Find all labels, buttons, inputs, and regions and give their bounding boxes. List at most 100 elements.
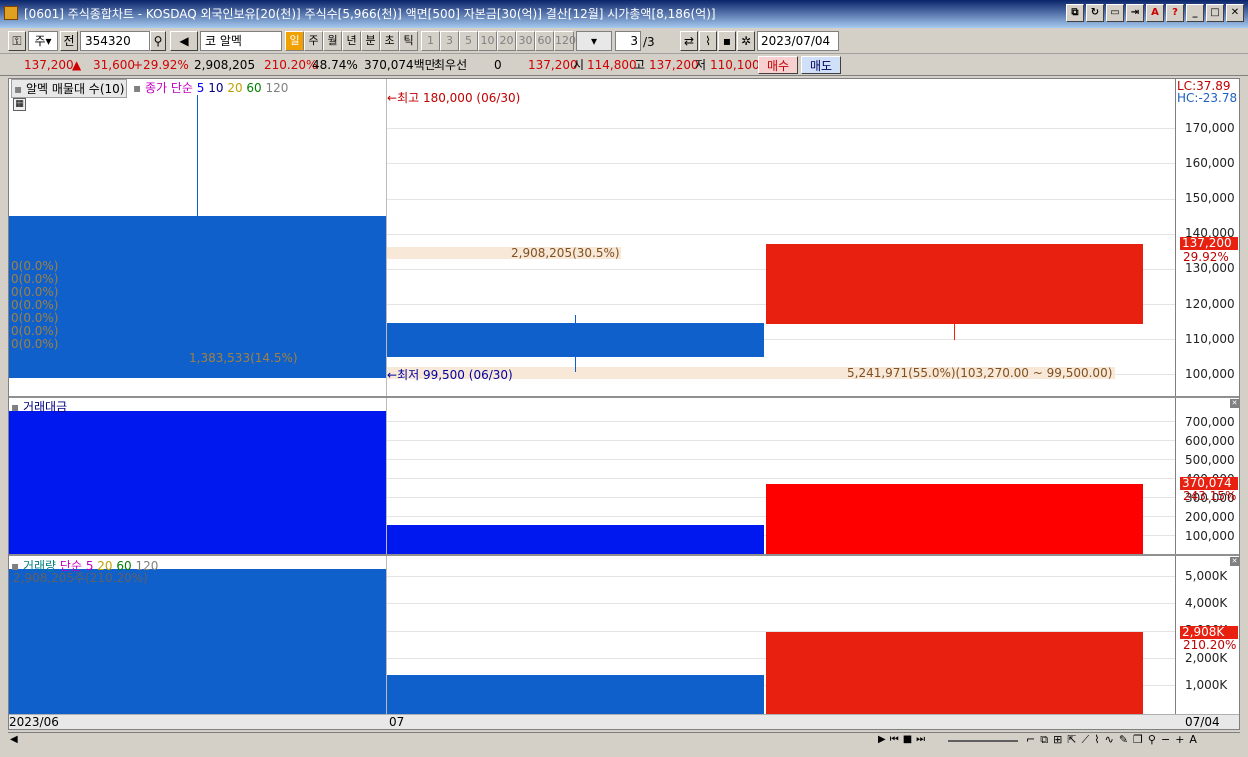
trade-amount: 370,074백만 bbox=[364, 58, 436, 72]
fast-forward-icon[interactable]: ⏭ bbox=[916, 734, 925, 745]
axis-tick: 170,000 bbox=[1185, 121, 1235, 135]
link-icon[interactable]: ⧉ bbox=[1066, 4, 1084, 22]
chart-scrollbar[interactable]: ◀ ▶ ⏮ ■ ⏭ ⌐ ⧉ ⊞ ⇱ ⟋ ⌇ ∿ ✎ ❐ ⚲ − + A bbox=[8, 732, 1240, 750]
profile-legend[interactable]: ▪ 알멕 매물대 수(10) bbox=[11, 79, 128, 98]
rewind-icon[interactable]: ⏮ bbox=[890, 734, 899, 745]
axis-tick: 200,000 bbox=[1185, 510, 1235, 524]
low-note: 최저 99,500 (06/30) bbox=[397, 368, 513, 382]
legend-marker: ▪ bbox=[11, 400, 20, 414]
prev-button[interactable]: 전 bbox=[60, 31, 78, 51]
period-minute[interactable]: 분 bbox=[361, 31, 380, 51]
zoom-in-icon[interactable]: + bbox=[1175, 733, 1184, 747]
period-tick[interactable]: 틱 bbox=[399, 31, 418, 51]
window-icon[interactable]: ▭ bbox=[1106, 4, 1124, 22]
maximize-icon[interactable]: □ bbox=[1206, 4, 1224, 22]
zoom-out-icon[interactable]: − bbox=[1161, 733, 1170, 747]
magnify-icon[interactable]: ⚲ bbox=[1148, 733, 1156, 747]
title-buttons: ⧉ ↻ ▭ ⇥ A ? _ □ ✕ bbox=[1066, 4, 1244, 24]
scroll-left-icon[interactable]: ◀ bbox=[10, 734, 18, 745]
code-input[interactable]: 354320 bbox=[80, 31, 150, 51]
gear-icon[interactable]: ✲ bbox=[737, 31, 755, 51]
wick-red bbox=[954, 324, 955, 340]
close-icon[interactable]: ✕ bbox=[1226, 4, 1244, 22]
pane-divider[interactable] bbox=[9, 396, 1239, 398]
ma-label-10: 10 bbox=[208, 81, 228, 95]
pane-divider[interactable] bbox=[9, 554, 1239, 556]
main-toolbar: ⚿ 주▾ 전 354320 ⚲ ◀ 코 알멕 일 주 월 년 분 초 틱 1 3… bbox=[0, 28, 1248, 66]
wick-blue bbox=[575, 315, 576, 372]
line-icon[interactable]: ⟋ bbox=[1082, 733, 1090, 747]
minimize-icon[interactable]: _ bbox=[1186, 4, 1204, 22]
play-icon[interactable]: ▶ bbox=[878, 734, 886, 745]
speaker-icon[interactable]: ◀ bbox=[170, 31, 198, 51]
search-icon[interactable]: ⚲ bbox=[150, 31, 166, 51]
period-year[interactable]: 년 bbox=[342, 31, 361, 51]
amount-legend-text: 거래대금 bbox=[22, 400, 68, 414]
low-marker: ←최저 99,500 (06/30) bbox=[387, 368, 513, 382]
interval-120[interactable]: 120 bbox=[554, 31, 576, 51]
ma-legend[interactable]: ▪ 종가 단순 5 10 20 60 120 bbox=[133, 79, 288, 96]
date-input[interactable]: 2023/07/04 ▦ bbox=[757, 31, 839, 66]
interval-30[interactable]: 30 bbox=[516, 31, 535, 51]
interval-10[interactable]: 10 bbox=[478, 31, 497, 51]
grid-line bbox=[387, 234, 1175, 235]
axis-tick: 120,000 bbox=[1185, 296, 1235, 311]
period-week[interactable]: 주 bbox=[304, 31, 323, 51]
amount-legend[interactable]: ▪ 거래대금 bbox=[11, 398, 67, 415]
interval-20[interactable]: 20 bbox=[497, 31, 516, 51]
low-price: 110,100 bbox=[710, 58, 760, 72]
x-axis bbox=[9, 714, 1239, 729]
lock-icon[interactable]: ⚿ bbox=[8, 31, 26, 51]
pane-close-icon[interactable]: ✕ bbox=[1230, 557, 1239, 566]
font-icon[interactable]: A bbox=[1146, 4, 1164, 22]
trend-icon[interactable]: ⌇ bbox=[1094, 733, 1099, 747]
pane-close-icon[interactable]: ✕ bbox=[1230, 399, 1239, 408]
cursor-icon[interactable]: ⌐ bbox=[1026, 733, 1035, 747]
interval-60[interactable]: 60 bbox=[535, 31, 554, 51]
profile-label-a: 1,383,533(14.5%) bbox=[189, 351, 298, 365]
interval-1[interactable]: 1 bbox=[421, 31, 440, 51]
page-input[interactable]: 3 bbox=[615, 31, 641, 51]
interval-3[interactable]: 3 bbox=[440, 31, 459, 51]
arrows-icon[interactable]: ⇄ bbox=[680, 31, 698, 51]
zoom-slider[interactable] bbox=[948, 740, 1018, 742]
pin-icon[interactable]: ⇥ bbox=[1126, 4, 1144, 22]
chart-area[interactable]: ▪ 알멕 매물대 수(10) ▪ 종가 단순 5 10 20 60 120 ▦ … bbox=[8, 78, 1240, 730]
fit-icon[interactable]: ⇱ bbox=[1067, 733, 1076, 747]
ma-label-120: 120 bbox=[265, 81, 289, 95]
chart-icon[interactable]: ⌇ bbox=[699, 31, 717, 51]
grid-line bbox=[387, 163, 1175, 164]
stock-name-field[interactable]: 코 알멕 bbox=[200, 31, 282, 51]
volume-bar-1 bbox=[9, 569, 386, 714]
copy-icon[interactable]: ❐ bbox=[1133, 733, 1143, 747]
draw-icon[interactable]: ✎ bbox=[1119, 733, 1128, 747]
text-icon[interactable]: A bbox=[1189, 733, 1197, 747]
buy-button[interactable]: 매수 bbox=[758, 56, 798, 74]
market-select[interactable]: 주▾ bbox=[28, 31, 58, 51]
refresh-icon[interactable]: ↻ bbox=[1086, 4, 1104, 22]
table-icon[interactable]: ▦ bbox=[13, 98, 26, 111]
axis-tick: 500,000 bbox=[1185, 453, 1235, 467]
help-icon[interactable]: ? bbox=[1166, 4, 1184, 22]
stop-icon[interactable]: ■ bbox=[903, 734, 912, 745]
axis-tick: 1,000K bbox=[1185, 677, 1228, 692]
grid-line bbox=[387, 421, 1175, 422]
overlay-icon[interactable]: ⊞ bbox=[1053, 733, 1062, 747]
quote-bar: 137,200 ▲ 31,600 +29.92% 2,908,205 210.2… bbox=[0, 54, 1248, 76]
app-icon bbox=[4, 6, 18, 20]
sell-button[interactable]: 매도 bbox=[801, 56, 841, 74]
interval-5[interactable]: 5 bbox=[459, 31, 478, 51]
box-icon[interactable]: ⧉ bbox=[1040, 733, 1048, 747]
period-month[interactable]: 월 bbox=[323, 31, 342, 51]
period-second[interactable]: 초 bbox=[380, 31, 399, 51]
wave-icon[interactable]: ∿ bbox=[1105, 733, 1114, 747]
custom-interval-select[interactable]: ▾ bbox=[576, 31, 612, 51]
ma-label-60: 60 bbox=[246, 81, 266, 95]
save-icon[interactable]: ▪ bbox=[718, 31, 736, 51]
axis-tick: 600,000 bbox=[1185, 434, 1235, 448]
period-day[interactable]: 일 bbox=[285, 31, 304, 51]
x-label-right: 07/04 bbox=[1185, 715, 1220, 729]
candle-red bbox=[766, 244, 1143, 324]
turnover: 48.74% bbox=[312, 58, 358, 72]
profile-label-c: 5,241,971(55.0%)(103,270.00 ~ 99,500.00) bbox=[847, 366, 1113, 380]
